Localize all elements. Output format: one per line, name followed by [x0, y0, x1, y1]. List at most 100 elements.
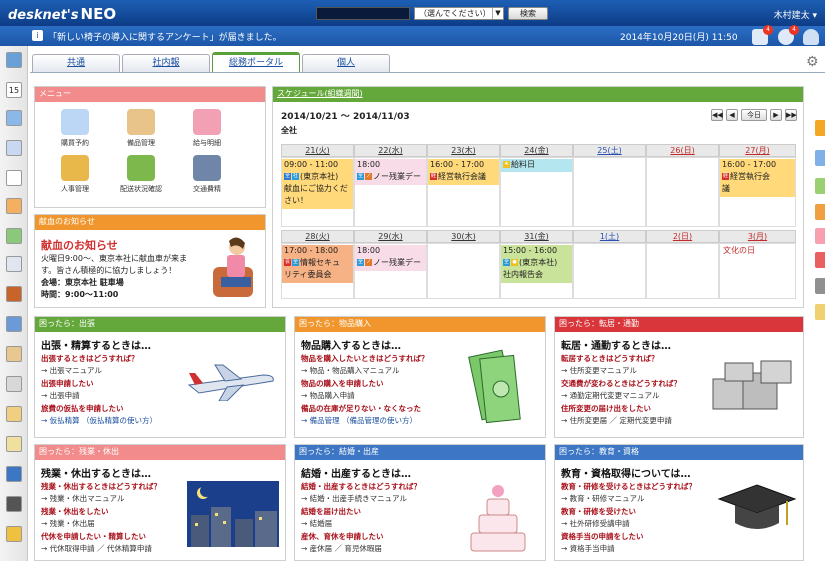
next-day-button[interactable]: ▶ [770, 109, 782, 121]
person-card-icon[interactable] [6, 346, 22, 362]
search-category-select[interactable]: （選んでください） ▼ [414, 7, 504, 20]
day-cell[interactable] [573, 157, 646, 227]
warning-icon[interactable] [6, 436, 22, 452]
notebook-icon[interactable] [6, 198, 22, 214]
help-link[interactable]: → 産休届 ／ 育児休暇届 [301, 543, 421, 555]
day-header[interactable]: 28(火) [281, 230, 354, 243]
event-security-committee[interactable]: 17:00 - 18:00 会全情報セキュ リティ委員会 [282, 245, 353, 283]
chat-icon[interactable]: 4 [778, 25, 799, 45]
help-link[interactable]: → 教育・研修マニュアル [561, 493, 696, 505]
day-cell[interactable] [573, 243, 646, 299]
right-tab-4[interactable] [815, 204, 825, 220]
event-exec-meeting[interactable]: 16:00 - 17:00 経経営執行会議 [428, 159, 499, 185]
folder-icon[interactable] [6, 526, 22, 542]
help-link[interactable]: → 社外研修受講申請 [561, 518, 696, 530]
help-link[interactable]: → 出張申請 [41, 390, 157, 402]
blood-donation-panel: 献血のお知らせ 献血のお知らせ 火曜日9:00～、東京本社に献血車が来ま す。皆… [34, 214, 266, 308]
day-header[interactable]: 31(金) [500, 230, 573, 243]
day-header[interactable]: 23(木) [427, 144, 500, 157]
help-link[interactable]: → 備品管理 （備品管理の使い方） [301, 415, 429, 427]
mail-app-icon[interactable] [6, 110, 22, 126]
tab-newsletter[interactable]: 社内報 [122, 54, 210, 72]
event-no-overtime[interactable]: 18:00 全ノノー残業デー [355, 159, 426, 185]
next-week-button[interactable]: ▶▶ [785, 109, 797, 121]
calendar-icon[interactable]: 15 [6, 82, 22, 98]
day-header[interactable]: 22(水) [354, 144, 427, 157]
help-link[interactable]: → 結婚・出産手続きマニュアル [301, 493, 421, 505]
day-header[interactable]: 24(金) [500, 144, 573, 157]
app-logo[interactable]: desknet's NEO [8, 5, 116, 23]
right-tab-5[interactable] [815, 228, 825, 244]
help-link[interactable]: → 代休取得申請 ／ 代休精算申請 [41, 543, 161, 555]
notepad-icon[interactable] [6, 406, 22, 422]
menu-item-hr[interactable]: 人事管理 [45, 155, 105, 194]
user-menu[interactable]: 木村建太 ▾ [774, 8, 817, 21]
right-tab-1[interactable] [815, 120, 825, 136]
day-header[interactable]: 2(日) [646, 230, 719, 243]
register-icon[interactable] [6, 376, 22, 392]
day-cell[interactable] [427, 243, 500, 299]
event-no-overtime-2[interactable]: 18:00 全ノノー残業デー [355, 245, 426, 271]
search-button[interactable]: 検索 [508, 7, 548, 20]
user-icon[interactable] [803, 29, 819, 45]
menu-item-delivery[interactable]: 配送状況確認 [111, 155, 171, 194]
mail-icon[interactable]: 4 [752, 25, 773, 45]
video-icon[interactable] [6, 496, 22, 512]
event-blood-donation[interactable]: 09:00 - 11:00 全社 (東京本社) 献血にご協力ください！ [282, 159, 353, 209]
help-link[interactable]: → 仮払精算 （仮払精算の使い方） [41, 415, 157, 427]
event-exec-meeting-2[interactable]: 16:00 - 17:00 経経営執行会議 [720, 159, 795, 197]
menu-item-purchase[interactable]: 購買予約 [45, 109, 105, 148]
day-header[interactable]: 26(日) [646, 144, 719, 157]
day-header[interactable]: 21(火) [281, 144, 354, 157]
menu-item-equipment[interactable]: 備品管理 [111, 109, 171, 148]
tab-personal[interactable]: 個人 [302, 54, 390, 72]
day-header[interactable]: 3(月) [719, 230, 796, 243]
bookshelf-icon[interactable] [6, 286, 22, 302]
tab-general-affairs[interactable]: 総務ポータル [212, 52, 300, 73]
prev-week-button[interactable]: ◀◀ [711, 109, 723, 121]
help-link[interactable]: → 住所変更届 ／ 定期代変更申請 [561, 415, 681, 427]
help-link[interactable]: → 住所変更マニュアル [561, 365, 681, 377]
search-input[interactable] [316, 7, 410, 20]
event-payday[interactable]: ★ 給料日 [501, 159, 572, 172]
help-link[interactable]: → 出張マニュアル [41, 365, 157, 377]
help-link[interactable]: → 物品・物品購入マニュアル [301, 365, 429, 377]
day-cell[interactable] [646, 243, 719, 299]
gear-icon[interactable]: ⚙ [806, 54, 819, 70]
day-header[interactable]: 25(土) [573, 144, 646, 157]
help-link[interactable]: → 通勤定期代変更マニュアル [561, 390, 681, 402]
right-tab-8[interactable] [815, 304, 825, 320]
help-panel-header: 困ったら：残業・休出 [35, 445, 285, 460]
day-cell[interactable] [646, 157, 719, 227]
group-icon[interactable] [6, 316, 22, 332]
neo-icon[interactable] [6, 466, 22, 482]
schedule-header[interactable]: スケジュール(組織週間) [273, 87, 803, 102]
chart-icon[interactable] [6, 140, 22, 156]
schedule-panel: スケジュール(組織週間) 2014/10/21 ～ 2014/11/03 全社 … [272, 86, 804, 308]
right-tab-6[interactable] [815, 252, 825, 268]
day-header[interactable]: 1(土) [573, 230, 646, 243]
help-panel-title: 残業・休出するときは… [41, 469, 151, 480]
menu-item-transport[interactable]: 交通費精 [177, 155, 237, 194]
right-tab-3[interactable] [815, 178, 825, 194]
right-tab-7[interactable] [815, 278, 825, 294]
right-tab-2[interactable] [815, 150, 825, 166]
event-internal-report[interactable]: 15:00 - 16:00 全 ● (東京本社) 社内報告会 [501, 245, 572, 283]
day-header[interactable]: 29(水) [354, 230, 427, 243]
refresh-icon[interactable] [6, 228, 22, 244]
notice-text[interactable]: 「新しい椅子の導入に関するアンケート」が届きました。 [48, 30, 282, 43]
today-button[interactable]: 今日 [741, 109, 767, 121]
document-icon[interactable] [6, 256, 22, 272]
tab-common[interactable]: 共通 [32, 54, 120, 72]
help-link[interactable]: → 残業・休出届 [41, 518, 161, 530]
clipboard-icon[interactable] [6, 170, 22, 186]
menu-item-payslip[interactable]: 給与明細 [177, 109, 237, 148]
help-link[interactable]: → 物品購入申請 [301, 390, 429, 402]
day-header[interactable]: 30(木) [427, 230, 500, 243]
day-header[interactable]: 27(月) [719, 144, 796, 157]
help-link[interactable]: → 残業・休出マニュアル [41, 493, 161, 505]
help-link[interactable]: → 結婚届 [301, 518, 421, 530]
prev-day-button[interactable]: ◀ [726, 109, 738, 121]
help-link[interactable]: → 資格手当申請 [561, 543, 696, 555]
portal-icon[interactable] [6, 52, 22, 68]
